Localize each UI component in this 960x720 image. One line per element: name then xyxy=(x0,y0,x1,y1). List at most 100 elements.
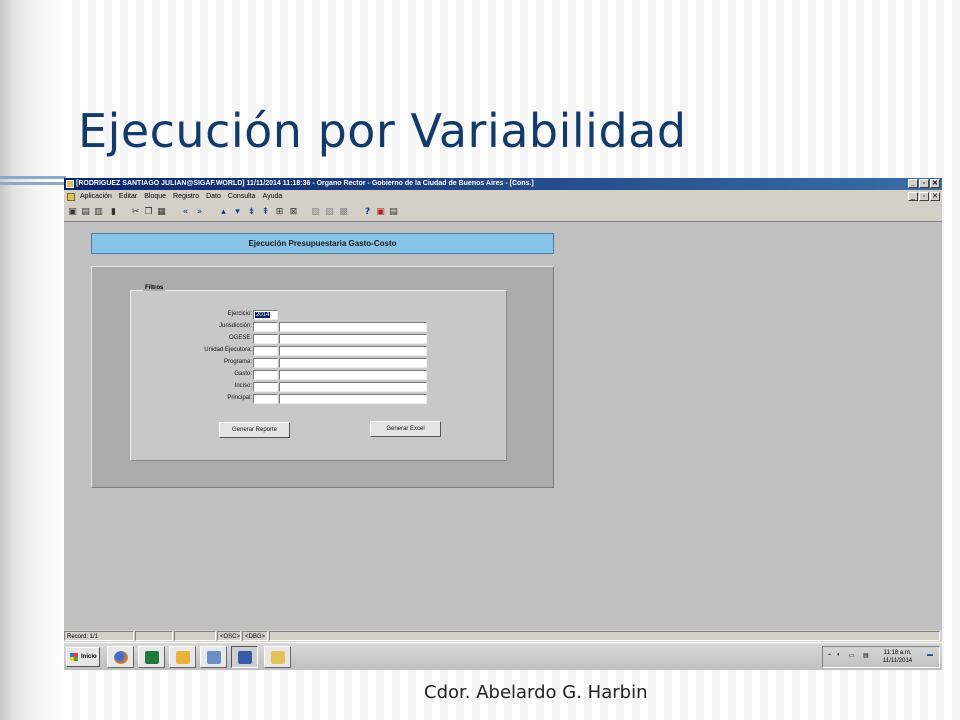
status-cell-empty-1 xyxy=(135,631,173,641)
execute-query-icon[interactable]: ▨ xyxy=(324,207,335,218)
app-icon xyxy=(66,180,74,188)
form-workspace: Ejecución Presupuestaria Gasto-Costo Fil… xyxy=(64,223,942,621)
doc-restore-button[interactable]: ▫ xyxy=(919,192,929,201)
show-desktop-icon[interactable]: ▬ xyxy=(927,652,933,658)
gasto-code-input[interactable] xyxy=(253,370,278,380)
save-icon[interactable]: ▣ xyxy=(67,207,78,218)
principal-code-input[interactable] xyxy=(253,394,278,404)
outlook-icon xyxy=(176,651,190,664)
next-record-icon[interactable]: ▾ xyxy=(232,207,243,218)
principal-label: Principal: xyxy=(227,395,252,401)
jurisdiccion-code-input[interactable] xyxy=(253,322,278,332)
folder-icon xyxy=(271,651,285,664)
display-icon[interactable]: ▤ xyxy=(863,652,869,659)
osc-indicator: <OSC> xyxy=(217,631,241,641)
menu-aplicacion[interactable]: Aplicación xyxy=(80,190,112,203)
menu-bloque[interactable]: Bloque xyxy=(144,190,166,203)
jurisdiccion-label: Jurisdicción: xyxy=(218,323,252,329)
programa-code-input[interactable] xyxy=(253,358,278,368)
doc-close-button[interactable]: ✕ xyxy=(930,192,940,201)
application-window: [RODRIGUEZ SANTIAGO JULIAN@SIGAF.WORLD] … xyxy=(64,178,942,670)
previous-record-icon[interactable]: ▴ xyxy=(218,207,229,218)
exit-icon[interactable]: ▮ xyxy=(108,207,119,218)
cancel-query-icon[interactable]: ▩ xyxy=(338,207,349,218)
windows-logo-icon xyxy=(70,653,78,661)
enter-query-icon[interactable]: ▧ xyxy=(310,207,321,218)
app-icon xyxy=(207,651,221,664)
gasto-description-field[interactable] xyxy=(279,370,427,380)
taskbar-folder[interactable] xyxy=(264,646,291,668)
unidad-ejecutora-label: Unidad Ejecutora: xyxy=(204,347,252,353)
start-label: Inicio xyxy=(81,654,97,660)
unidad-ejecutora-description-field[interactable] xyxy=(279,346,427,356)
sigaf-icon xyxy=(238,651,252,664)
taskbar-firefox[interactable] xyxy=(107,646,134,668)
copy-icon[interactable]: ❐ xyxy=(143,207,154,218)
paste-icon[interactable]: ▦ xyxy=(156,207,167,218)
status-cell-empty-2 xyxy=(174,631,216,641)
filter-row-ejercicio: Ejercicio: 2014 xyxy=(131,310,508,321)
ejercicio-input[interactable]: 2014 xyxy=(253,310,278,320)
menu-dato[interactable]: Dato xyxy=(206,190,221,203)
inciso-code-input[interactable] xyxy=(253,382,278,392)
filter-row-principal: Principal: xyxy=(131,394,508,405)
clock[interactable]: 11:18 a.m. 11/11/2014 xyxy=(883,649,912,665)
close-button[interactable]: ✕ xyxy=(930,179,940,188)
minimize-button[interactable]: _ xyxy=(908,179,918,188)
menu-consulta[interactable]: Consulta xyxy=(228,190,256,203)
ejercicio-value: 2014 xyxy=(255,312,271,318)
status-bar: Record: 1/1 <OSC> <DBG> xyxy=(64,630,942,642)
toolbar: ▣ ▤ ▥ ▮ ✂ ❐ ▦ « » ▴ ▾ ⇟ ⇞ ⊞ ⊠ ▧ ▨ ▩ ? ▣ … xyxy=(64,203,942,222)
help-icon[interactable]: ? xyxy=(362,207,373,218)
network-icon[interactable]: ▭ xyxy=(849,652,855,659)
status-message-area xyxy=(269,631,940,641)
menubar: Aplicación Editar Bloque Registro Dato C… xyxy=(64,190,942,203)
filter-row-gasto: Gasto: xyxy=(131,370,508,381)
first-record-icon[interactable]: ⇞ xyxy=(260,207,271,218)
taskbar-sigaf[interactable] xyxy=(231,646,258,668)
taskbar-outlook[interactable] xyxy=(169,646,196,668)
unidad-ejecutora-code-input[interactable] xyxy=(253,346,278,356)
volume-icon[interactable]: ◐ xyxy=(837,652,841,658)
print-preview-icon[interactable]: ▥ xyxy=(93,207,104,218)
notes-icon[interactable]: ▤ xyxy=(388,207,399,218)
last-record-icon[interactable]: ⇟ xyxy=(246,207,257,218)
clock-time: 11:18 a.m. xyxy=(883,650,912,656)
generar-excel-button[interactable]: Generar Excel xyxy=(370,421,441,437)
ogese-code-input[interactable] xyxy=(253,334,278,344)
programa-description-field[interactable] xyxy=(279,358,427,368)
programa-label: Programa: xyxy=(223,359,252,365)
taskbar-excel[interactable] xyxy=(138,646,165,668)
insert-record-icon[interactable]: ⊞ xyxy=(274,207,285,218)
ogese-description-field[interactable] xyxy=(279,334,427,344)
generar-reporte-button[interactable]: Generar Reporte xyxy=(219,422,290,438)
menu-ayuda[interactable]: Ayuda xyxy=(263,190,283,203)
delete-record-icon[interactable]: ⊠ xyxy=(288,207,299,218)
cut-icon[interactable]: ✂ xyxy=(130,207,141,218)
doc-minimize-button[interactable]: _ xyxy=(908,192,918,201)
filtros-label: Filtros xyxy=(143,285,166,291)
menu-editar[interactable]: Editar xyxy=(119,190,137,203)
window-titlebar: [RODRIGUEZ SANTIAGO JULIAN@SIGAF.WORLD] … xyxy=(64,178,942,190)
print-icon[interactable]: ▤ xyxy=(80,207,91,218)
filter-row-unidad-ejecutora: Unidad Ejecutora: xyxy=(131,346,508,357)
slide-accent-lines xyxy=(0,176,66,196)
taskbar-explorer-app[interactable] xyxy=(200,646,227,668)
chevron-up-icon[interactable]: ⌃ xyxy=(827,653,832,660)
ejercicio-label: Ejercicio: xyxy=(227,311,252,317)
inciso-label: Inciso: xyxy=(234,383,252,389)
inciso-description-field[interactable] xyxy=(279,382,427,392)
info-icon[interactable]: ▣ xyxy=(375,207,386,218)
menu-registro[interactable]: Registro xyxy=(173,190,199,203)
previous-block-icon[interactable]: « xyxy=(180,207,191,218)
restore-button[interactable]: ▫ xyxy=(919,179,929,188)
principal-description-field[interactable] xyxy=(279,394,427,404)
window-controls: _ ▫ ✕ xyxy=(908,179,940,188)
slide-footer: Cdor. Abelardo G. Harbin xyxy=(424,682,648,703)
next-block-icon[interactable]: » xyxy=(194,207,205,218)
record-indicator: Record: 1/1 xyxy=(64,631,134,641)
jurisdiccion-description-field[interactable] xyxy=(279,322,427,332)
start-button[interactable]: Inicio xyxy=(66,647,100,667)
clock-date: 11/11/2014 xyxy=(883,658,913,664)
system-tray: ⌃ ◐ ▭ ▤ 11:18 a.m. 11/11/2014 ▬ xyxy=(822,646,940,668)
